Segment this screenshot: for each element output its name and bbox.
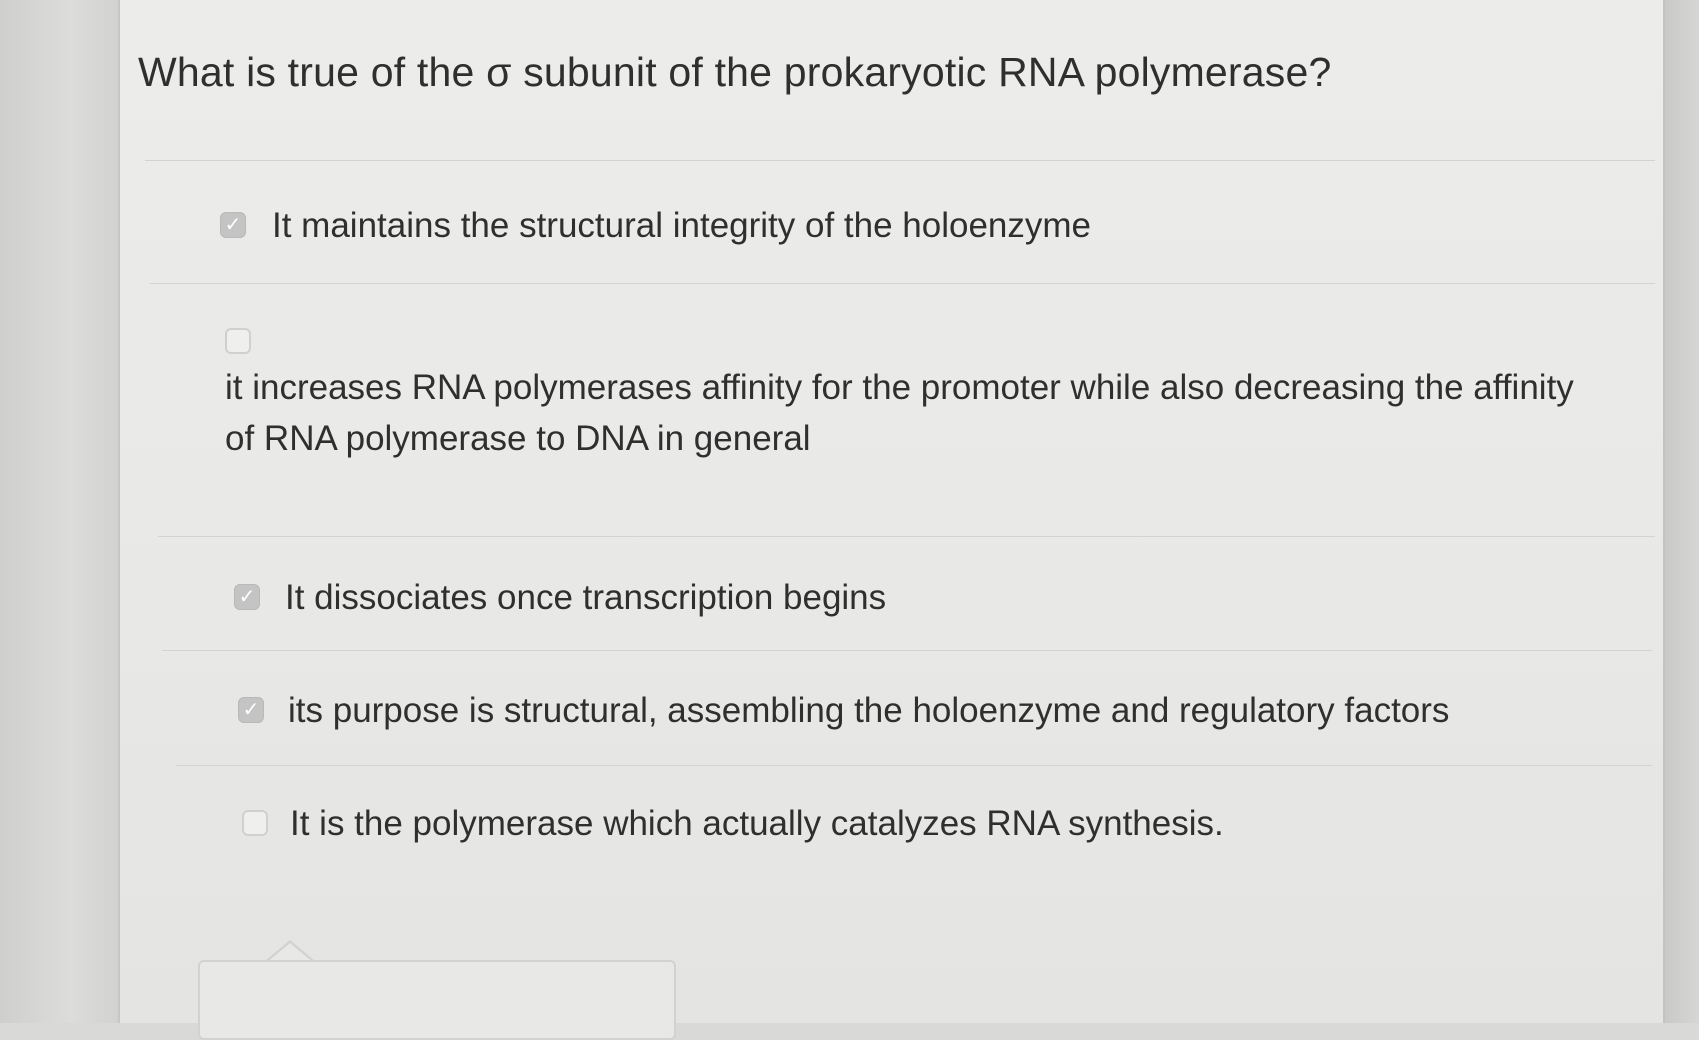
answer-option-5[interactable]: It is the polymerase which actually cata… [242,798,1224,849]
option-4-label[interactable]: its purpose is structural, assembling th… [288,685,1449,736]
answer-option-3[interactable]: ✓ It dissociates once transcription begi… [234,572,886,623]
question-card [120,0,1663,1023]
answer-box[interactable] [198,960,676,1040]
answer-option-1[interactable]: ✓ It maintains the structural integrity … [220,200,1091,251]
checkmark-icon: ✓ [238,586,256,608]
divider-option-1 [150,283,1655,284]
right-margin [1663,0,1699,1023]
answer-option-4[interactable]: ✓ its purpose is structural, assembling … [238,685,1449,736]
option-1-label[interactable]: It maintains the structural integrity of… [272,200,1091,251]
question-title: What is true of the σ subunit of the pro… [138,49,1332,95]
left-margin [0,0,120,1023]
answer-box-caret [264,940,316,963]
option-2-label[interactable]: it increases RNA polymerases affinity fo… [225,362,1585,464]
option-4-checkbox[interactable]: ✓ [238,697,264,723]
divider-option-3 [162,650,1652,651]
answer-option-2[interactable]: it increases RNA polymerases affinity fo… [225,362,1585,464]
divider-option-2 [158,536,1655,537]
option-2-checkbox[interactable] [225,328,251,354]
option-5-label[interactable]: It is the polymerase which actually cata… [290,798,1224,849]
option-5-checkbox[interactable] [242,810,268,836]
checkmark-icon: ✓ [242,699,260,721]
option-3-checkbox[interactable]: ✓ [234,584,260,610]
option-3-label[interactable]: It dissociates once transcription begins [285,572,886,623]
option-1-checkbox[interactable]: ✓ [220,212,246,238]
divider-title [145,160,1655,161]
checkmark-icon: ✓ [224,214,242,236]
divider-option-4 [176,765,1652,766]
